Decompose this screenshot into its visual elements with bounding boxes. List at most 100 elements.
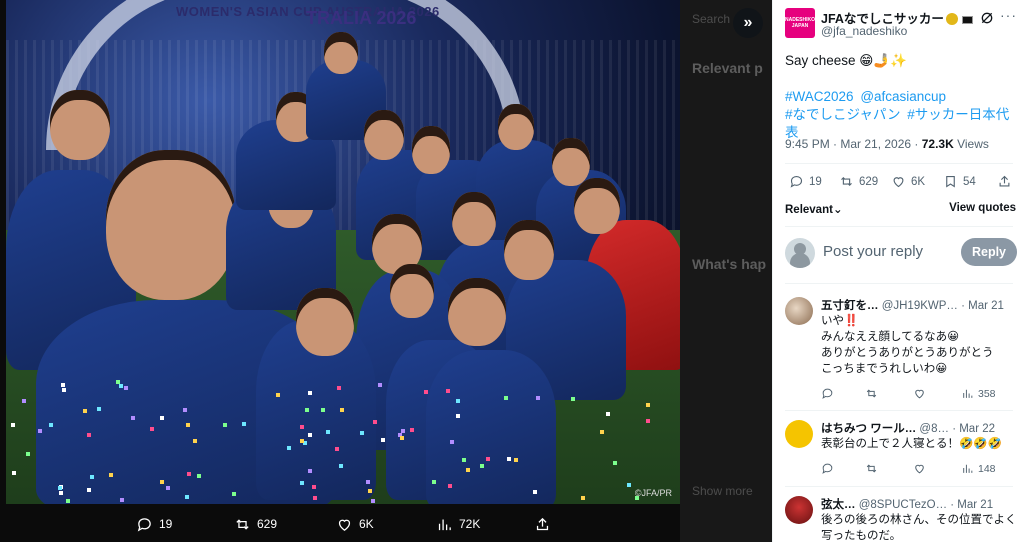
reply-item[interactable]: はちみつ ワール… @8… · Mar 22 表彰台の上で２人寝とる！🤣🤣🤣 1… <box>785 420 1017 480</box>
confetti-piece <box>627 483 631 487</box>
ghost-relevant: Relevant p <box>692 60 763 76</box>
confetti-piece <box>446 389 450 393</box>
post-panel: NADESHIKO JAPAN JFAなでしこサッカー @jfa_nadeshi… <box>772 0 1024 542</box>
affiliation-flag-icon <box>961 16 973 24</box>
heart-icon <box>915 389 924 399</box>
more-options-icon[interactable]: ··· <box>1000 7 1017 23</box>
background-timeline: Search Relevant p What's hap Show more <box>680 0 772 542</box>
confetti-piece <box>116 380 120 384</box>
confetti-piece <box>183 408 187 412</box>
reply-button[interactable]: 19 <box>789 174 822 189</box>
confetti-piece <box>38 429 42 433</box>
reply-submit-button[interactable]: Reply <box>961 238 1017 266</box>
confetti-piece <box>581 496 585 500</box>
reply-author-name[interactable]: 弦太… <box>821 499 856 511</box>
confetti-piece <box>97 407 101 411</box>
confetti-piece <box>448 484 452 488</box>
mention-link[interactable]: @afcasiancup <box>860 89 946 104</box>
confetti-piece <box>313 496 317 500</box>
media-repost-button[interactable]: 629 <box>234 516 277 533</box>
avatar[interactable] <box>785 297 813 325</box>
reply-like-button[interactable] <box>913 387 926 400</box>
photo-credit: ©JFA/PR <box>634 488 672 498</box>
reply-reply-button[interactable] <box>821 387 834 400</box>
confetti-piece <box>308 469 312 473</box>
grok-icon[interactable] <box>979 10 995 26</box>
share-button[interactable] <box>997 174 1012 189</box>
post-time[interactable]: 9:45 PM · Mar 21, 2026 · <box>785 137 922 151</box>
reply-date[interactable]: · Mar 21 <box>961 300 1004 312</box>
user-avatar <box>785 238 815 268</box>
confetti-piece <box>432 480 436 484</box>
hashtag-link[interactable]: #WAC2026 <box>785 89 854 104</box>
confetti-piece <box>514 458 518 462</box>
reply-date[interactable]: · Mar 21 <box>950 499 993 511</box>
confetti-piece <box>533 490 537 494</box>
reply-author-handle[interactable]: @8… <box>919 423 949 435</box>
confetti-piece <box>131 416 135 420</box>
reply-like-button[interactable] <box>913 462 926 475</box>
share-icon <box>999 175 1010 187</box>
bar-chart-icon <box>963 389 973 398</box>
reply-repost-button[interactable] <box>865 387 878 400</box>
reply-icon <box>137 517 151 531</box>
team-photo[interactable]: WOMEN'S ASIAN CUP AUSTRALIA 2026 TRALIA … <box>6 0 680 504</box>
divider <box>785 283 1013 284</box>
media-views-button[interactable]: 72K <box>436 516 480 533</box>
confetti-piece <box>368 489 372 493</box>
reply-author-handle[interactable]: @8SPUCTezO… <box>859 499 947 511</box>
confetti-piece <box>187 472 191 476</box>
player-head <box>324 32 358 74</box>
reply-repost-button[interactable] <box>865 462 878 475</box>
reply-author-name[interactable]: 五寸釘を… <box>821 300 879 312</box>
arch-text-large: TRALIA 2026 <box>306 8 417 28</box>
reply-item[interactable]: 五寸釘を… @JH19KWP… · Mar 21 いや‼️ みんなええ顔してるな… <box>785 297 1017 407</box>
reply-header: はちみつ ワール… @8… · Mar 22 <box>821 420 1017 436</box>
media-share-button[interactable] <box>534 516 551 533</box>
hashtag-link[interactable]: #なでしこジャパン <box>785 107 901 122</box>
avatar[interactable] <box>785 496 813 524</box>
confetti-piece <box>242 422 246 426</box>
avatar[interactable] <box>785 420 813 448</box>
confetti-piece <box>504 396 508 400</box>
reply-views-button[interactable]: 358 <box>961 387 996 400</box>
reply-views-button[interactable]: 148 <box>961 462 996 475</box>
author-handle[interactable]: @jfa_nadeshiko <box>821 24 907 38</box>
chevron-down-icon: ⌄ <box>832 204 843 216</box>
confetti-piece <box>326 430 330 434</box>
repost-icon <box>866 464 877 473</box>
reply-input[interactable]: Post your reply <box>823 243 923 260</box>
confetti-piece <box>22 399 26 403</box>
confetti-piece <box>335 447 339 451</box>
confetti-piece <box>646 403 650 407</box>
confetti-piece <box>600 430 604 434</box>
reply-reply-button[interactable] <box>821 462 834 475</box>
sort-relevant-dropdown[interactable]: Relevant⌄ <box>785 202 843 216</box>
confetti-piece <box>300 439 304 443</box>
reply-views-count: 358 <box>978 387 996 400</box>
collapse-panel-button[interactable]: » <box>733 8 763 38</box>
reply-date[interactable]: · Mar 22 <box>952 423 995 435</box>
bookmark-button[interactable]: 54 <box>943 174 976 189</box>
confetti-piece <box>373 420 377 424</box>
heart-icon <box>338 519 351 531</box>
view-quotes-link[interactable]: View quotes <box>949 202 1016 214</box>
confetti-piece <box>381 438 385 442</box>
avatar[interactable]: NADESHIKO JAPAN <box>785 8 815 38</box>
repost-button[interactable]: 629 <box>839 174 878 189</box>
reply-item[interactable]: 弦太… @8SPUCTezO… · Mar 21 後ろの後ろの林さん、その位置で… <box>785 496 1017 542</box>
reply-author-name[interactable]: はちみつ ワール… <box>821 423 916 435</box>
confetti-piece <box>571 397 575 401</box>
media-like-button[interactable]: 6K <box>336 516 374 533</box>
reply-author-handle[interactable]: @JH19KWP… <box>882 300 958 312</box>
confetti-piece <box>378 383 382 387</box>
confetti-piece <box>305 408 309 412</box>
confetti-piece <box>11 423 15 427</box>
divider <box>785 163 1013 164</box>
player-head <box>504 220 554 280</box>
media-reply-button[interactable]: 19 <box>136 516 172 533</box>
confetti-piece <box>49 423 53 427</box>
confetti-piece <box>646 419 650 423</box>
confetti-piece <box>466 468 470 472</box>
like-button[interactable]: 6K <box>891 174 925 189</box>
